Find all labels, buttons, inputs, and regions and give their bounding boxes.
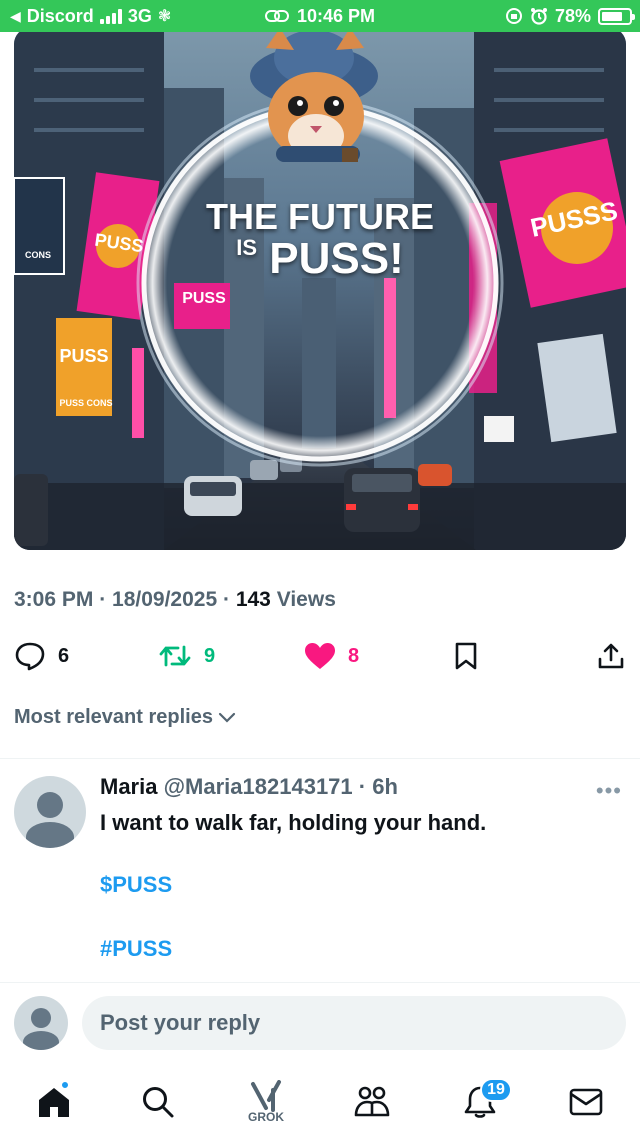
image-sign-center: PUSS [182, 290, 226, 307]
orientation-lock-icon [505, 8, 522, 24]
bottom-nav: GROK 19 [0, 1066, 640, 1138]
nav-notifications[interactable]: 19 [450, 1072, 512, 1132]
heart-icon [305, 643, 335, 669]
more-options-icon[interactable]: ••• [596, 778, 622, 804]
grok-label: GROK [248, 1110, 284, 1124]
repost-count: 9 [204, 644, 216, 667]
loading-icon: ❃ [157, 8, 172, 25]
image-sign-cons-2: CONS [24, 250, 51, 260]
image-sign-cons: PUSS CONS [59, 398, 113, 408]
reply-input[interactable]: Post your reply [82, 996, 626, 1050]
network-label: 3G [127, 5, 152, 26]
back-app-label[interactable]: Discord [27, 6, 94, 27]
alarm-icon [530, 8, 547, 25]
messages-icon [569, 1088, 603, 1116]
reply-hashtag[interactable]: #PUSS [100, 936, 172, 962]
share-button[interactable] [596, 636, 626, 676]
status-left[interactable]: ◀ Discord 3G ❃ [10, 0, 171, 32]
nav-search[interactable] [128, 1072, 188, 1132]
post-image[interactable]: THE FUTURE IS PUSS! PUSS PUSSS PUSS PUSS… [14, 28, 626, 550]
replies-sort-dropdown[interactable]: Most relevant replies [14, 706, 237, 729]
reply-input-placeholder: Post your reply [100, 1010, 261, 1035]
status-right: 78% [505, 0, 635, 32]
battery-label: 78% [554, 5, 591, 26]
like-button[interactable]: 8 [304, 636, 359, 676]
reply-button[interactable]: 6 [14, 636, 69, 676]
divider [0, 758, 640, 759]
nav-communities[interactable] [342, 1072, 402, 1132]
reply-author-handle[interactable]: @Maria182143171 [164, 774, 353, 799]
reply-time: 6h [372, 774, 398, 799]
image-title-is: IS [236, 235, 258, 260]
notifications-badge: 19 [480, 1078, 512, 1102]
reply-cashtag[interactable]: $PUSS [100, 872, 172, 898]
grok-icon [251, 1080, 281, 1112]
chevron-down-icon [218, 712, 236, 723]
post-date: 18/09/2025 [112, 588, 218, 611]
home-icon [39, 1088, 69, 1117]
signal-icon [99, 8, 122, 24]
status-time: 10:46 PM [296, 5, 376, 26]
repost-button[interactable]: 9 [158, 636, 215, 676]
like-count: 8 [348, 644, 360, 667]
back-arrow-icon[interactable]: ◀ [10, 8, 21, 25]
reply-author-name[interactable]: Maria [100, 774, 157, 799]
search-icon [143, 1087, 174, 1118]
views-count[interactable]: 143 [236, 588, 271, 611]
status-bar: ◀ Discord 3G ❃ 10:46 PM 78% [0, 0, 640, 32]
replies-sort-label: Most relevant replies [14, 706, 213, 728]
reply-item[interactable]: Maria @Maria182143171 · 6h ••• I want to… [0, 760, 640, 982]
image-sign-small: PUSS [59, 346, 109, 366]
divider [0, 982, 640, 983]
nav-messages[interactable] [556, 1072, 616, 1132]
share-icon [598, 643, 624, 669]
home-unread-dot [60, 1080, 70, 1090]
bookmark-icon [455, 642, 477, 670]
reply-count: 6 [58, 644, 70, 667]
repost-icon [159, 645, 191, 667]
battery-icon [598, 7, 635, 25]
communities-icon [354, 1086, 390, 1117]
composer-avatar[interactable] [14, 996, 68, 1050]
screen: THE FUTURE IS PUSS! PUSS PUSSS PUSS PUSS… [0, 0, 640, 1138]
views-label[interactable]: Views [277, 588, 336, 611]
nav-home[interactable] [24, 1072, 84, 1132]
reply-icon [15, 642, 45, 671]
avatar[interactable] [14, 776, 86, 848]
link-icon [264, 10, 289, 22]
image-title-puss: PUSS! [269, 234, 404, 283]
reply-header: Maria @Maria182143171 · 6h [100, 774, 398, 799]
post-actions: 6 9 8 [14, 636, 626, 676]
nav-grok[interactable]: GROK [236, 1072, 296, 1132]
bookmark-button[interactable] [454, 636, 478, 676]
reply-text: I want to walk far, holding your hand. [100, 810, 487, 835]
post-time: 3:06 PM [14, 588, 94, 611]
post-meta: 3:06 PM · 18/09/2025 · 143 Views [14, 588, 336, 611]
city-illustration [14, 28, 626, 550]
